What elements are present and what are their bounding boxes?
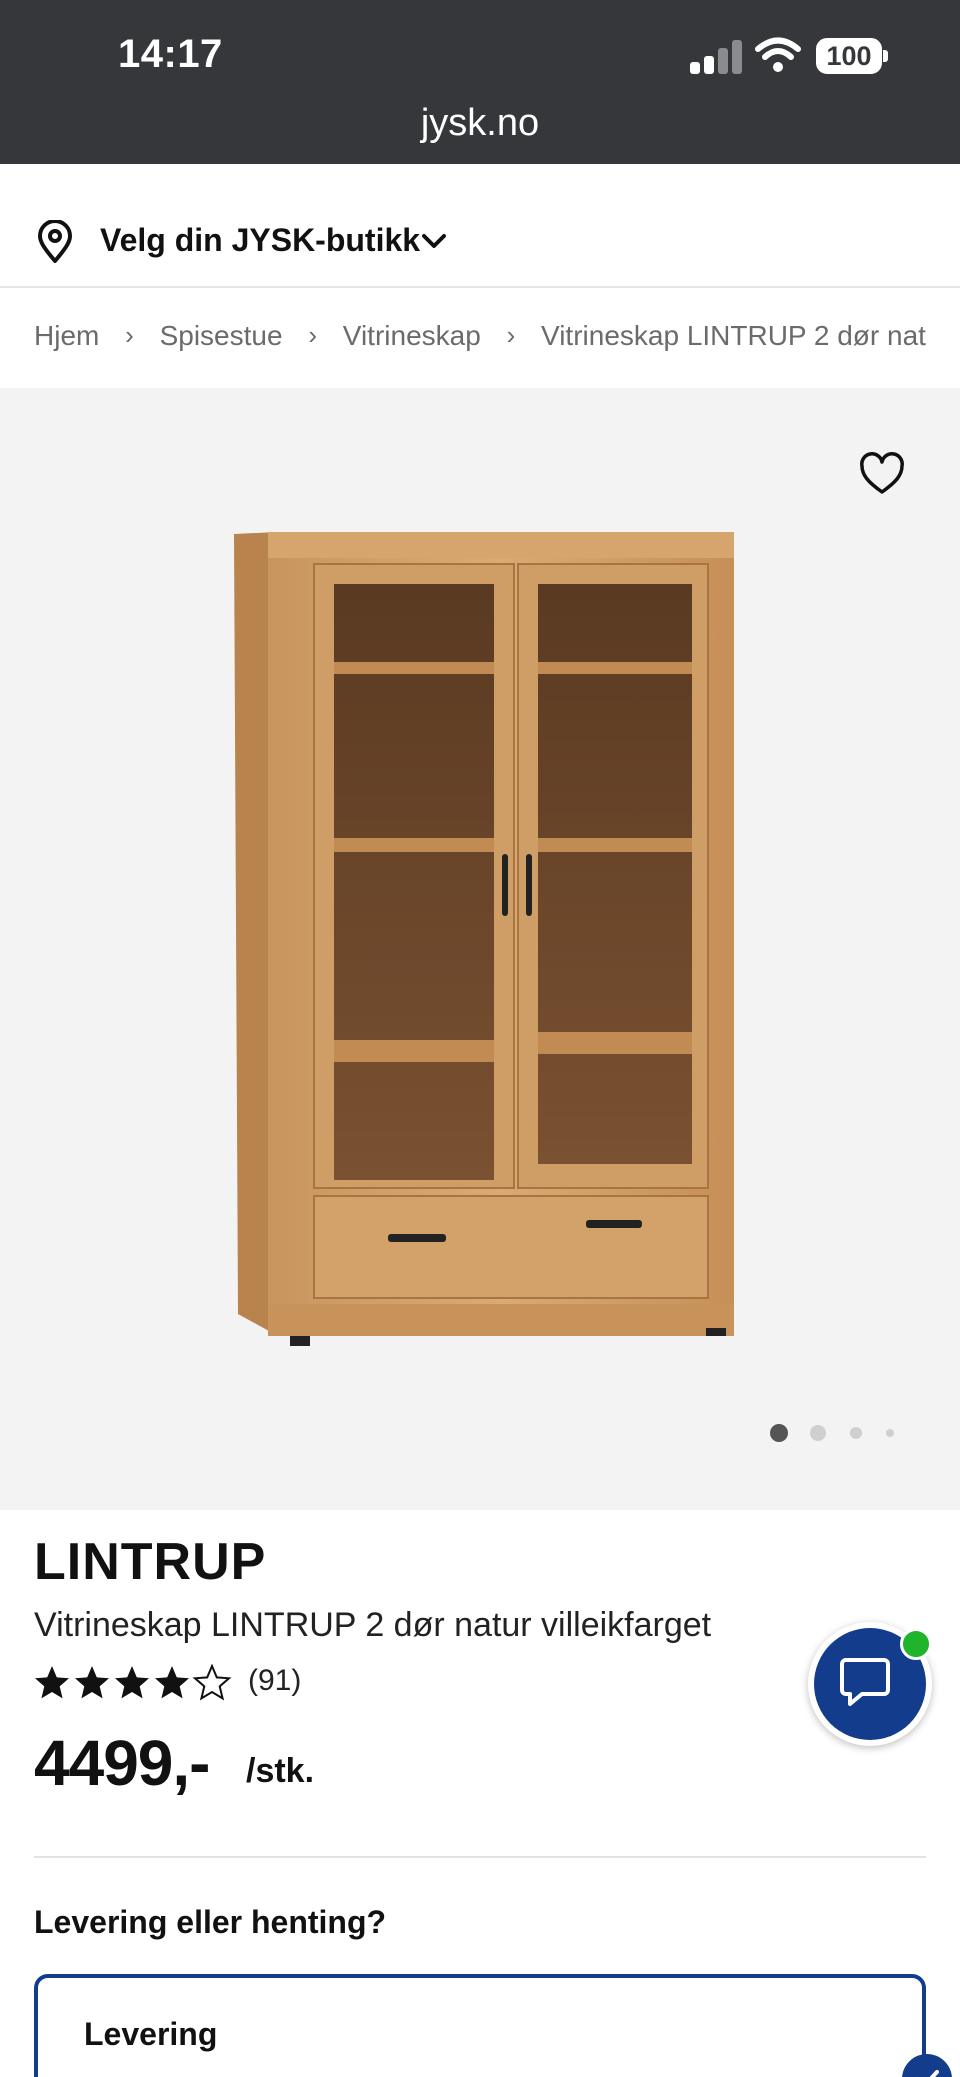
signal-icon xyxy=(690,40,742,74)
rating-stars-icon xyxy=(35,1664,232,1701)
online-status-indicator xyxy=(900,1628,932,1660)
product-price: 4499,- xyxy=(34,1727,210,1799)
price-unit: /stk. xyxy=(246,1752,315,1790)
breadcrumb-current: Vitrineskap LINTRUP 2 dør natur villeikf… xyxy=(541,319,926,351)
breadcrumb: Hjem › Spisestue › Vitrineskap › Vitrine… xyxy=(34,318,926,362)
status-time: 14:17 xyxy=(118,32,223,76)
section-divider xyxy=(34,1856,926,1858)
battery-icon: 100 xyxy=(816,38,888,74)
gallery-dot[interactable] xyxy=(850,1427,862,1439)
chat-button[interactable] xyxy=(808,1622,932,1746)
address-bar-url[interactable]: jysk.no xyxy=(0,102,960,145)
product-brand: LINTRUP xyxy=(34,1533,267,1591)
product-name: Vitrineskap LINTRUP 2 dør natur villeikf… xyxy=(34,1606,712,1644)
product-image-cabinet xyxy=(234,532,734,1346)
breadcrumb-separator-icon: › xyxy=(506,320,516,351)
breadcrumb-link-spisestue[interactable]: Spisestue xyxy=(160,320,283,352)
breadcrumb-link-vitrineskap[interactable]: Vitrineskap xyxy=(343,320,481,352)
gallery-dot[interactable] xyxy=(810,1425,826,1441)
review-count[interactable]: (91) xyxy=(248,1664,301,1698)
gallery-pagination xyxy=(766,1422,896,1444)
battery-level: 100 xyxy=(816,38,882,74)
breadcrumb-separator-icon: › xyxy=(308,320,317,351)
chat-bubble-icon xyxy=(840,1658,890,1706)
store-selector-label: Velg din JYSK-butikk xyxy=(100,222,421,258)
delivery-question: Levering eller henting? xyxy=(34,1904,387,1940)
heart-icon[interactable] xyxy=(858,452,906,496)
browser-top-bar: 14:17 100 jysk.no xyxy=(0,0,960,164)
store-selector[interactable]: Velg din JYSK-butikk xyxy=(0,164,960,288)
breadcrumb-link-home[interactable]: Hjem xyxy=(34,320,99,352)
delivery-option-title: Levering xyxy=(84,2016,218,2052)
wifi-icon xyxy=(755,37,801,72)
delivery-option-levering[interactable]: Levering xyxy=(34,1974,926,2077)
location-pin-icon xyxy=(38,220,72,263)
gallery-dot-active[interactable] xyxy=(770,1424,788,1442)
gallery-dot[interactable] xyxy=(886,1429,894,1437)
breadcrumb-separator-icon: › xyxy=(125,320,134,351)
chevron-down-icon xyxy=(422,234,446,248)
